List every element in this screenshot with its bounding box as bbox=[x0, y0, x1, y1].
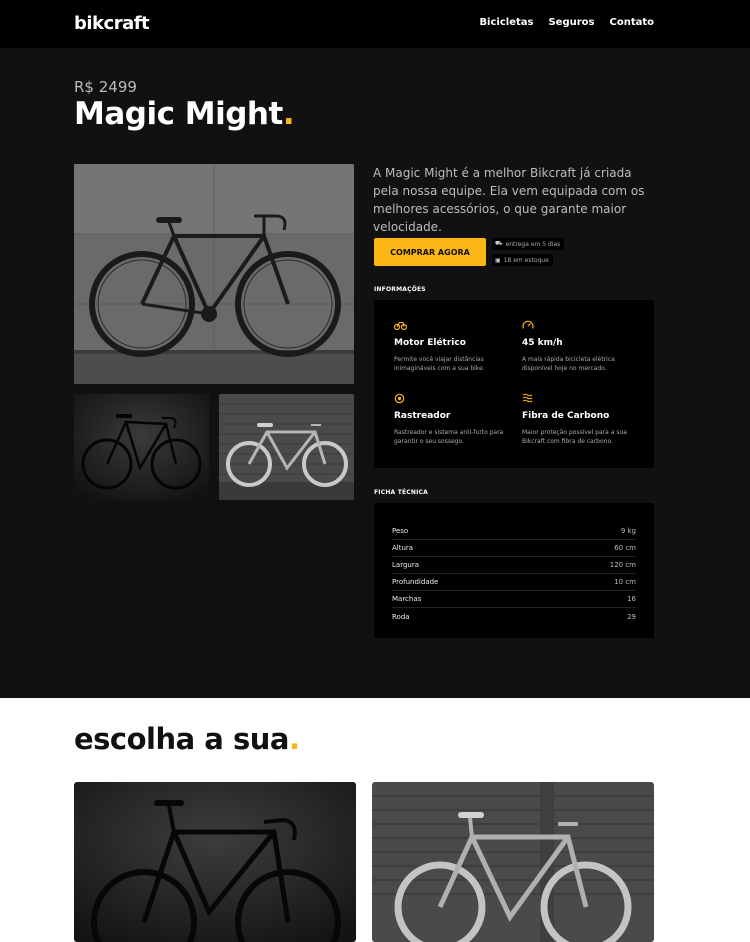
box-icon: ▣ bbox=[495, 256, 501, 264]
spec-key: Roda bbox=[392, 612, 410, 621]
feature-carbon: Fibra de Carbono Maior proteção possível… bbox=[522, 393, 632, 446]
product-description: A Magic Might é a melhor Bikcraft já cri… bbox=[373, 166, 645, 234]
feature-text: Permite você viajar distâncias inimaginá… bbox=[394, 356, 485, 372]
specs-table: Peso 9 kg Altura 60 cm Largura 120 cm Pr… bbox=[374, 503, 654, 638]
thumbnail-photo-black-bike[interactable] bbox=[74, 394, 209, 500]
truck-icon: ⛟ bbox=[495, 240, 503, 247]
specs-section-label: FICHA TÉCNICA bbox=[374, 489, 428, 496]
table-row: Peso 9 kg bbox=[392, 523, 636, 540]
spec-value: 60 cm bbox=[614, 544, 636, 552]
main-nav: Bicicletas Seguros Contato bbox=[479, 17, 654, 28]
delivery-text: entrega em 5 dias bbox=[505, 240, 561, 248]
feature-tracker: Rastreador Rastreador e sistema anti-fur… bbox=[394, 393, 504, 446]
location-icon bbox=[394, 393, 504, 405]
stock-badge: ▣ 18 em estoque bbox=[492, 254, 553, 266]
table-row: Largura 120 cm bbox=[392, 557, 636, 574]
feature-title: 45 km/h bbox=[522, 338, 563, 348]
feature-motor: Motor Elétrico Permite você viajar distâ… bbox=[393, 320, 504, 373]
spec-key: Peso bbox=[392, 527, 409, 535]
spec-value: 10 cm bbox=[614, 578, 636, 586]
spec-key: Marchas bbox=[392, 595, 422, 603]
thumbnail-photo-white-bike[interactable] bbox=[219, 394, 354, 500]
product-title: Magic Might. bbox=[74, 96, 295, 132]
features-panel: Motor Elétrico Permite você viajar distâ… bbox=[374, 300, 654, 468]
feature-text: Rastreador e sistema anti-furto para gar… bbox=[394, 429, 504, 445]
feature-title: Fibra de Carbono bbox=[522, 411, 610, 421]
feature-text: A mais rápida bicicleta elétrica disponí… bbox=[522, 356, 615, 372]
feature-text: Maior proteção possível para a sua Bikcr… bbox=[522, 429, 627, 445]
speedometer-icon bbox=[522, 320, 632, 332]
bike-icon bbox=[393, 320, 504, 332]
feature-title: Motor Elétrico bbox=[394, 338, 466, 348]
stock-text: 18 em estoque bbox=[503, 256, 549, 264]
product-price: R$ 2499 bbox=[74, 78, 137, 96]
table-row: Altura 60 cm bbox=[392, 540, 636, 557]
spec-value: 9 kg bbox=[620, 527, 636, 535]
choose-section-title: escolha a sua. bbox=[74, 722, 300, 756]
title-dot: . bbox=[282, 96, 295, 132]
spec-value: 120 cm bbox=[609, 561, 636, 569]
spec-key: Largura bbox=[392, 561, 419, 569]
spec-key: Profundidade bbox=[392, 578, 439, 586]
bike-card-black[interactable] bbox=[74, 782, 356, 942]
table-row: Profundidade 10 cm bbox=[392, 574, 636, 591]
site-header: bikcraft Bicicletas Seguros Contato bbox=[0, 0, 750, 48]
nav-link-bicicletas[interactable]: Bicicletas bbox=[479, 17, 533, 28]
buy-now-button[interactable]: COMPRAR AGORA bbox=[374, 238, 486, 266]
table-row: Roda 29 bbox=[392, 608, 636, 625]
main-product-photo bbox=[74, 164, 354, 384]
table-row: Marchas 16 bbox=[392, 591, 636, 608]
logo[interactable]: bikcraft bbox=[74, 13, 150, 34]
carbon-icon bbox=[522, 393, 632, 405]
delivery-badge: ⛟ entrega em 5 dias bbox=[492, 238, 565, 250]
feature-speed: 45 km/h A mais rápida bicicleta elétrica… bbox=[522, 320, 632, 373]
product-title-text: Magic Might bbox=[74, 96, 283, 132]
spec-key: Altura bbox=[392, 544, 414, 552]
bike-card-white[interactable] bbox=[372, 782, 654, 942]
nav-link-seguros[interactable]: Seguros bbox=[548, 17, 594, 28]
choose-title-text: escolha a sua bbox=[74, 722, 289, 756]
feature-title: Rastreador bbox=[394, 411, 451, 421]
spec-value: 16 bbox=[627, 595, 636, 603]
spec-value: 29 bbox=[627, 612, 636, 621]
nav-link-contato[interactable]: Contato bbox=[609, 17, 654, 28]
title-dot: . bbox=[288, 722, 300, 756]
info-section-label: INFORMAÇÕES bbox=[374, 286, 426, 293]
